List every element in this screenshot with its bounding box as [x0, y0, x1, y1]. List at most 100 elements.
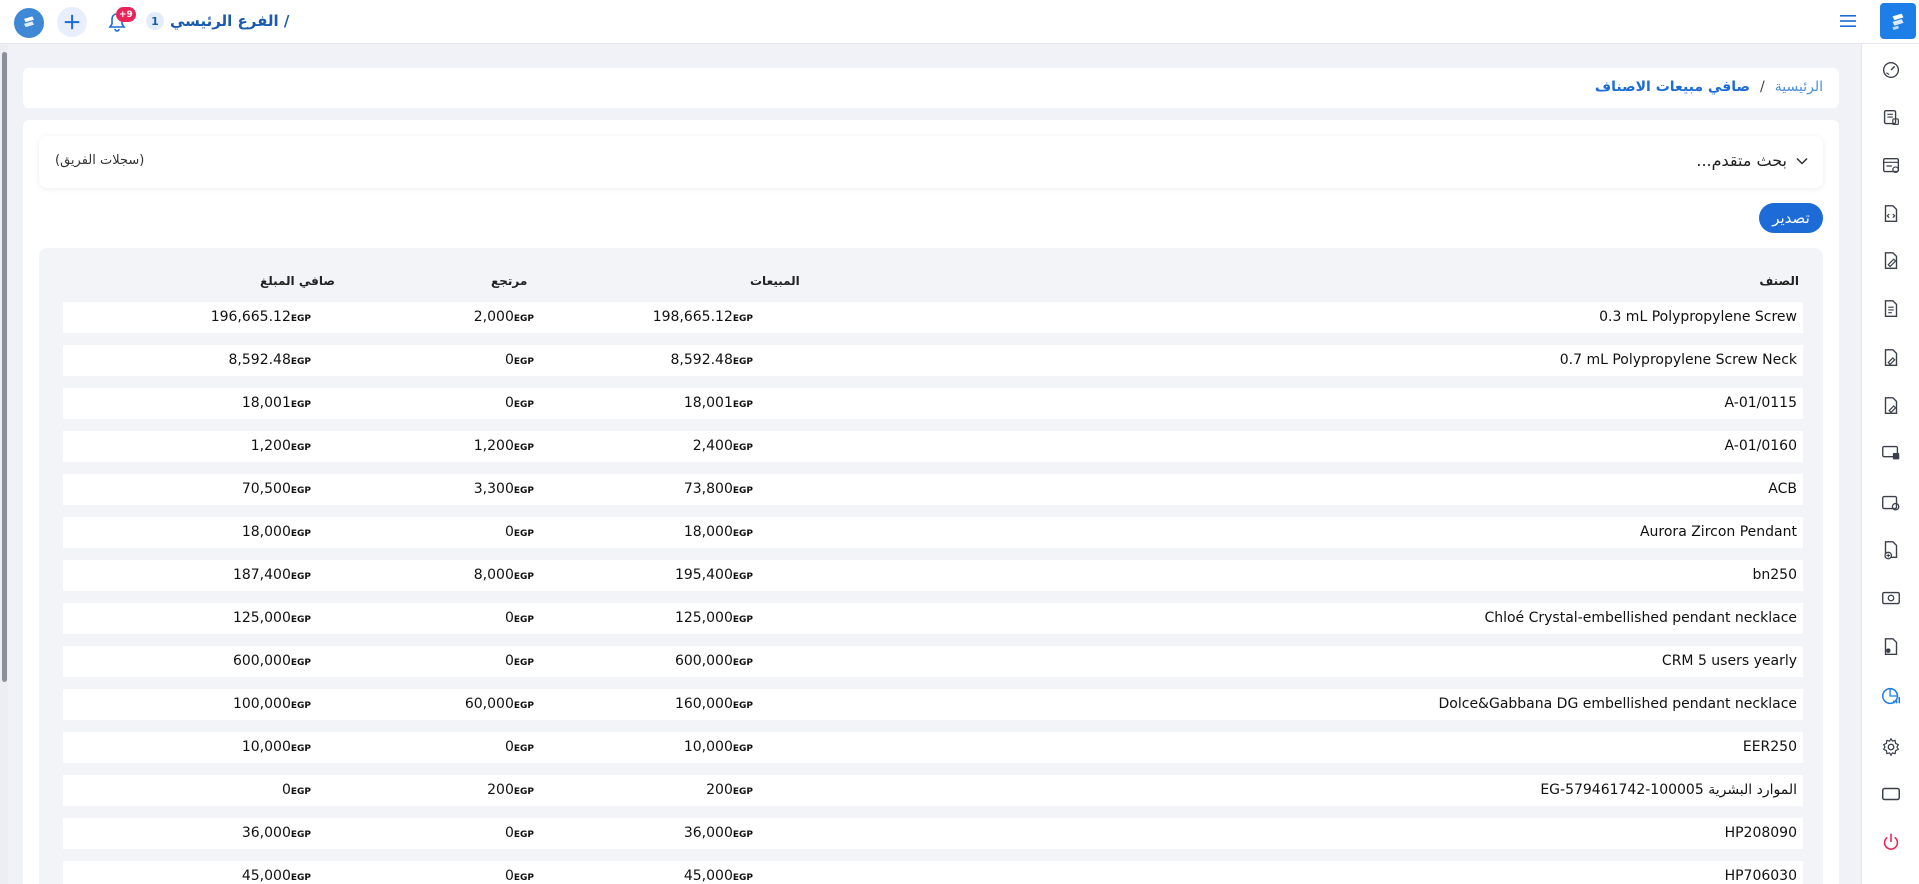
- sidebar-item-edit-document[interactable]: [1878, 248, 1904, 274]
- top-bar: +9 الفرع الرئيسي / 1: [0, 0, 1919, 44]
- table-row[interactable]: A-01/0115 EGP 18,001 EGP 0 EGP 18,001: [63, 388, 1803, 419]
- currency-label: EGP: [732, 314, 753, 324]
- sidebar: [1861, 44, 1919, 884]
- net-amount-cell: EGP 196,665.12: [211, 309, 311, 325]
- currency-label: EGP: [290, 873, 311, 883]
- amount-value: 198,665.12: [652, 309, 733, 325]
- currency-label: EGP: [513, 486, 534, 496]
- sidebar-item-power[interactable]: [1878, 829, 1904, 855]
- table-row[interactable]: Chloé Crystal-embellished pendant neckla…: [63, 603, 1803, 634]
- sidebar-item-screen-user[interactable]: [1878, 440, 1904, 466]
- table-row[interactable]: bn250 EGP 195,400 EGP 8,000 EGP 187,400: [63, 560, 1803, 591]
- currency-label: EGP: [732, 357, 753, 367]
- page-scrollbar-thumb[interactable]: [2, 52, 7, 682]
- item-name-cell: EG-579461742-100005 الموارد البشرية: [1540, 782, 1797, 798]
- column-header-net[interactable]: صافي المبلغ: [260, 274, 335, 288]
- sidebar-item-sales-chart[interactable]: [1878, 683, 1904, 709]
- amount-value: 60,000: [464, 696, 514, 712]
- sales-amount-cell: EGP 73,800: [684, 481, 753, 497]
- add-document-icon: [1884, 541, 1898, 560]
- sidebar-item-settings-gear[interactable]: [1878, 734, 1904, 760]
- returns-amount-cell: EGP 1,200: [474, 438, 534, 454]
- sales-amount-cell: EGP 198,665.12: [653, 309, 753, 325]
- breadcrumb-home-link[interactable]: الرئيسية: [1775, 79, 1823, 95]
- currency-label: EGP: [290, 529, 311, 539]
- column-header-returns[interactable]: مرتجع: [491, 274, 527, 288]
- column-header-sales[interactable]: المبيعات: [750, 274, 800, 288]
- currency-label: EGP: [732, 615, 753, 625]
- amount-value: 0: [504, 825, 514, 841]
- code-file-icon: [1884, 205, 1898, 223]
- amount-value: 18,001: [241, 395, 291, 411]
- hamburger-menu-icon[interactable]: [1839, 12, 1857, 30]
- currency-label: EGP: [513, 572, 534, 582]
- sidebar-item-code-file[interactable]: [1878, 201, 1904, 227]
- breadcrumb: الرئيسية / صافي مبيعات الاصناف: [1595, 79, 1823, 95]
- currency-label: EGP: [732, 443, 753, 453]
- item-name-cell: Chloé Crystal-embellished pendant neckla…: [1484, 610, 1797, 626]
- returns-amount-cell: EGP 0: [505, 739, 534, 755]
- amount-value: 125,000: [232, 610, 291, 626]
- table-row[interactable]: 0.7 mL Polypropylene Screw Neck EGP 8,592.…: [63, 345, 1803, 376]
- plus-icon: [64, 14, 80, 30]
- table-row[interactable]: 0.3 mL Polypropylene Screw EGP 198,665.12 E…: [63, 302, 1803, 333]
- table-row[interactable]: A-01/0160 EGP 2,400 EGP 1,200 EGP 1,200: [63, 431, 1803, 462]
- currency-label: EGP: [732, 830, 753, 840]
- returns-amount-cell: EGP 2,000: [474, 309, 534, 325]
- table-row[interactable]: EER250 EGP 10,000 EGP 0 EGP 10,000: [63, 732, 1803, 763]
- sidebar-item-window[interactable]: [1878, 781, 1904, 807]
- amount-value: 3,300: [473, 481, 514, 497]
- branch-selector[interactable]: الفرع الرئيسي / 1: [146, 12, 289, 30]
- sidebar-item-cash[interactable]: [1878, 585, 1904, 611]
- amount-value: 1,200: [250, 438, 291, 454]
- returns-amount-cell: EGP 3,300: [474, 481, 534, 497]
- amount-value: 0: [504, 653, 514, 669]
- net-amount-cell: EGP 125,000: [233, 610, 311, 626]
- app-logo[interactable]: [14, 8, 44, 38]
- item-name-cell: A-01/0160: [1724, 438, 1797, 454]
- advanced-search-panel[interactable]: بحث متقدم... (سجلات الفريق): [39, 136, 1823, 188]
- amount-value: 18,001: [683, 395, 733, 411]
- brand-logo-tile[interactable]: [1880, 3, 1916, 39]
- currency-label: EGP: [290, 443, 311, 453]
- sidebar-item-edit-sheet[interactable]: [1878, 393, 1904, 419]
- amount-value: 0: [281, 782, 291, 798]
- sales-amount-cell: EGP 195,400: [675, 567, 753, 583]
- sidebar-item-edit-file[interactable]: [1878, 345, 1904, 371]
- table-row[interactable]: Dolce&Gabbana DG embellished pendant nec…: [63, 689, 1803, 720]
- sidebar-item-user-document[interactable]: [1878, 634, 1904, 660]
- amount-value: 10,000: [683, 739, 733, 755]
- sales-amount-cell: EGP 10,000: [684, 739, 753, 755]
- advanced-search-toggle[interactable]: بحث متقدم...: [1696, 151, 1809, 170]
- export-button[interactable]: تصدير: [1759, 203, 1823, 233]
- net-amount-cell: EGP 0: [282, 782, 311, 798]
- app-logo-icon: [24, 16, 34, 28]
- sales-amount-cell: EGP 8,592.48: [671, 352, 753, 368]
- sidebar-item-image-settings[interactable]: [1878, 490, 1904, 516]
- currency-label: EGP: [513, 744, 534, 754]
- sidebar-item-text-document[interactable]: [1878, 296, 1904, 322]
- table-row[interactable]: HP208090 EGP 36,000 EGP 0 EGP 36,000: [63, 818, 1803, 849]
- currency-label: EGP: [513, 701, 534, 711]
- sidebar-item-dashboard-gauge[interactable]: [1878, 57, 1904, 83]
- net-amount-cell: EGP 10,000: [242, 739, 311, 755]
- table-row[interactable]: EG-579461742-100005 الموارد البشرية EGP 20…: [63, 775, 1803, 806]
- branch-number-badge: 1: [146, 12, 164, 30]
- sales-amount-cell: EGP 18,000: [684, 524, 753, 540]
- add-button[interactable]: [57, 7, 87, 37]
- currency-label: EGP: [513, 873, 534, 883]
- table-row[interactable]: ACB EGP 73,800 EGP 3,300 EGP 70,500: [63, 474, 1803, 505]
- item-name-cell: ACB: [1768, 481, 1797, 497]
- table-row[interactable]: Aurora Zircon Pendant EGP 18,000 EGP 0 EGP 18,…: [63, 517, 1803, 548]
- table-row[interactable]: CRM 5 users yearly EGP 600,000 EGP 0 EGP 600,0…: [63, 646, 1803, 677]
- sidebar-item-pos-register[interactable]: [1878, 105, 1904, 131]
- amount-value: 0: [504, 868, 514, 884]
- sales-amount-cell: EGP 45,000: [684, 868, 753, 884]
- column-header-item[interactable]: الصنف: [1759, 274, 1799, 288]
- amount-value: 0: [504, 524, 514, 540]
- item-name-cell: HP208090: [1724, 825, 1797, 841]
- net-amount-cell: EGP 36,000: [242, 825, 311, 841]
- sidebar-item-invoice-list[interactable]: [1878, 153, 1904, 179]
- sidebar-item-add-document[interactable]: [1878, 537, 1904, 563]
- table-row[interactable]: HP706030 EGP 45,000 EGP 0 EGP 45,000: [63, 861, 1803, 884]
